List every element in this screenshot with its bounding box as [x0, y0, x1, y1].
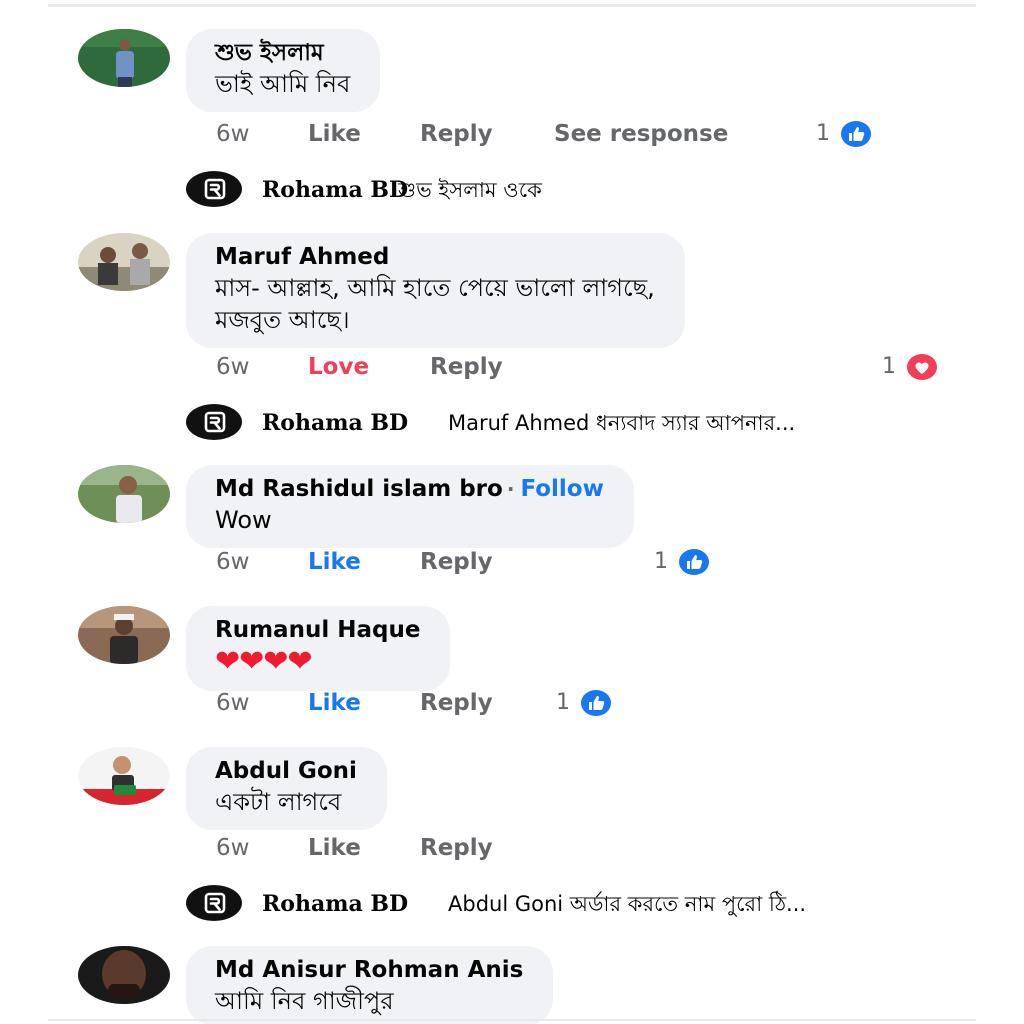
comment-time[interactable]: 6w [216, 118, 249, 150]
comment-actions: 6w Love Reply 1 [0, 351, 1024, 383]
comment-bubble: শুভ ইসলাম ভাই আমি নিব [186, 29, 381, 112]
comment-author[interactable]: শুভ ইসলাম [215, 39, 350, 68]
love-button[interactable]: Love [308, 351, 369, 383]
like-button[interactable]: Like [308, 832, 361, 864]
comment-bubble: Maruf Ahmed মাস- আল্লাহ, আমি হাতে পেয়ে … [186, 233, 685, 348]
like-button[interactable]: Like [308, 546, 361, 578]
separator-dot: · [506, 477, 515, 501]
love-icon [906, 353, 938, 381]
comment-bubble: Md Rashidul islam bro · Follow Wow [186, 465, 634, 548]
reaction-count: 1 [816, 121, 830, 146]
like-icon [580, 689, 612, 717]
avatar [186, 171, 242, 207]
reply-author: Rohama BD [262, 410, 409, 436]
reaction-summary[interactable]: 1 [882, 351, 938, 383]
reaction-count: 1 [882, 354, 896, 379]
avatar[interactable] [78, 233, 170, 291]
comment-actions: 6w Like Reply See response 1 [0, 118, 1024, 150]
follow-button[interactable]: Follow [520, 476, 603, 502]
comment-text-line-2: মজবুত আছে। [215, 306, 350, 334]
reply-button[interactable]: Reply [420, 546, 493, 578]
reply-button[interactable]: Reply [420, 118, 493, 150]
reply-button[interactable]: Reply [420, 832, 493, 864]
reply-button[interactable]: Reply [420, 687, 493, 719]
reaction-summary[interactable]: 1 [556, 687, 612, 719]
comment-text: আমি নিব গাজীপুর [215, 987, 394, 1015]
comment-actions: 6w Like Reply 1 [0, 687, 1024, 719]
avatar[interactable] [78, 747, 170, 805]
bottom-divider [48, 1019, 976, 1021]
like-button[interactable]: Like [308, 118, 361, 150]
reply-author: Rohama BD [262, 177, 409, 203]
comment-bubble: Rumanul Haque ❤❤❤❤ [186, 606, 451, 691]
comment-text-line-1: মাস- আল্লাহ, আমি হাতে পেয়ে ভালো লাগছে, [215, 274, 655, 302]
avatar [186, 885, 242, 921]
comment-author[interactable]: Rumanul Haque [215, 616, 420, 645]
comment-author[interactable]: Abdul Goni [215, 757, 357, 786]
comment-text: ভাই আমি নিব [215, 70, 351, 98]
comment-text: Wow [215, 506, 272, 534]
avatar[interactable] [78, 946, 170, 1004]
comment-text: ❤❤❤❤ [215, 644, 313, 679]
avatar [186, 404, 242, 440]
top-divider [48, 4, 976, 7]
comment-author[interactable]: Md Anisur Rohman Anis [215, 956, 523, 985]
reply-text: Maruf Ahmed ধন্যবাদ স্যার আপনার... [448, 411, 796, 435]
avatar[interactable] [78, 465, 170, 523]
reply-text: Abdul Goni অর্ডার করতে নাম পুরো ঠি... [448, 892, 807, 916]
comment-actions: 6w Like Reply [0, 832, 1024, 864]
avatar[interactable] [78, 29, 170, 87]
like-icon [678, 548, 710, 576]
avatar[interactable] [78, 606, 170, 664]
reply-button[interactable]: Reply [430, 351, 503, 383]
comment-bubble: Md Anisur Rohman Anis আমি নিব গাজীপুর [186, 946, 554, 1024]
reply-text: শুভ ইসলাম ওকে [398, 178, 542, 202]
comment-actions: 6w Like Reply 1 [0, 546, 1024, 578]
like-button[interactable]: Like [308, 687, 361, 719]
comment-bubble: Abdul Goni একটা লাগবে [186, 747, 387, 830]
like-icon [840, 120, 872, 148]
comment-author[interactable]: Maruf Ahmed [215, 243, 655, 272]
comment-time[interactable]: 6w [216, 832, 249, 864]
comment-text: একটা লাগবে [215, 788, 342, 816]
reaction-summary[interactable]: 1 [816, 118, 872, 150]
comment-author: Md Rashidul islam bro · Follow [215, 475, 604, 504]
comment-author-name[interactable]: Md Rashidul islam bro [215, 476, 503, 502]
comment-time[interactable]: 6w [216, 687, 249, 719]
reaction-count: 1 [556, 690, 570, 715]
see-response-button[interactable]: See response [554, 118, 728, 150]
reaction-summary[interactable]: 1 [654, 546, 710, 578]
reply-author: Rohama BD [262, 891, 409, 917]
comment-time[interactable]: 6w [216, 546, 249, 578]
comment-time[interactable]: 6w [216, 351, 249, 383]
reaction-count: 1 [654, 549, 668, 574]
